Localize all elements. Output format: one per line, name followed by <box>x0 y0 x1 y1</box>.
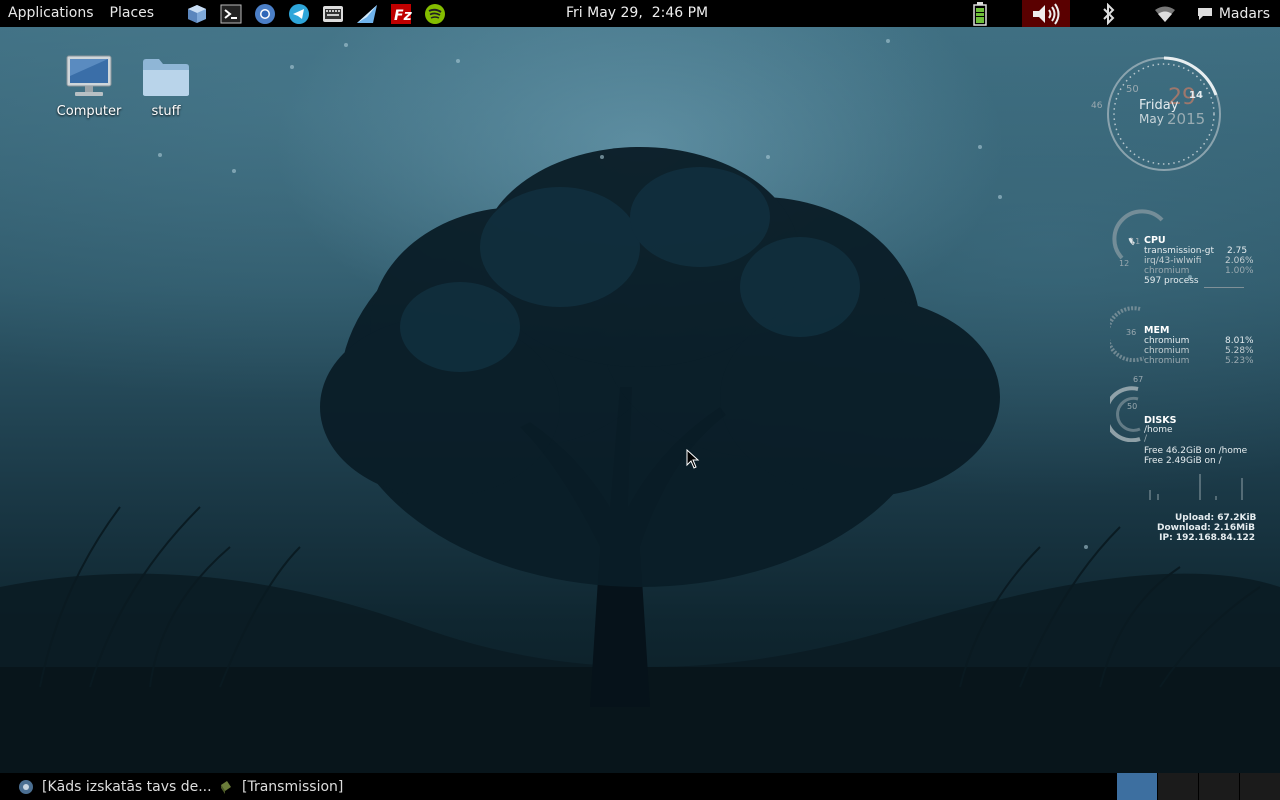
mem-proc-value: 5.28% <box>1225 346 1254 356</box>
clock-minute-mark: 50 <box>1126 84 1139 95</box>
clock-dial-icon <box>1107 56 1221 171</box>
disk-mount: / <box>1144 434 1148 444</box>
mem-proc-name: chromium <box>1144 356 1190 366</box>
bluetooth-icon[interactable] <box>1098 0 1120 27</box>
cpu-graph-line <box>1204 287 1244 288</box>
transmission-icon <box>221 780 231 794</box>
svg-text:Fz: Fz <box>394 8 412 24</box>
clock-second-mark: 46 <box>1091 101 1103 111</box>
taskbar-item-transmission[interactable]: [Transmission] <box>218 773 343 800</box>
workspace-3[interactable] <box>1198 773 1239 800</box>
workspace-4[interactable] <box>1239 773 1280 800</box>
filezilla-icon[interactable]: Fz <box>389 2 413 26</box>
user-menu[interactable]: Madars <box>1197 0 1270 27</box>
disk-free: Free 2.49GiB on / <box>1144 456 1222 466</box>
cpu-process-count: 597 process <box>1144 276 1199 286</box>
cpu-proc-value: 1.00% <box>1225 266 1254 276</box>
cpu-proc-value: 2.75 <box>1227 246 1248 256</box>
cpu-proc-name: chromium <box>1144 266 1190 276</box>
top-panel: Applications Places Fz Fri May 29, 2:46 … <box>0 0 1280 27</box>
desktop-wallpaper <box>0 27 1280 773</box>
battery-icon[interactable] <box>968 0 992 27</box>
cpu-gauge-label: 12 <box>1119 259 1130 268</box>
desktop-icon-label: stuff <box>151 104 181 119</box>
mem-proc-value: 8.01% <box>1225 336 1254 346</box>
mem-proc-name: chromium <box>1144 336 1190 346</box>
taskbar-item-browser[interactable]: [Kāds izskatās tavs de... <box>18 773 212 800</box>
net-upload: Upload: 67.2KiB <box>1175 513 1257 523</box>
telegram-icon[interactable] <box>287 2 311 26</box>
disk-gauge-label: 50 <box>1127 402 1138 411</box>
bottom-panel: [Kāds izskatās tavs de... [Transmission] <box>0 773 1280 800</box>
chromium-icon[interactable] <box>253 2 277 26</box>
computer-icon <box>49 50 129 98</box>
mouse-pointer-icon <box>686 448 700 473</box>
disk-gauge-label: 67 <box>1133 375 1144 384</box>
network-graph <box>1149 474 1243 500</box>
keyboard-app-icon[interactable] <box>321 2 345 26</box>
disk-mount: /home <box>1144 425 1173 435</box>
cpu-gauge-label: 11 <box>1130 237 1141 246</box>
user-name: Madars <box>1218 5 1270 22</box>
conky-system-monitor: 29 Friday May 2015 14 50 46 11 12 CPU tr… <box>1091 50 1280 560</box>
taskbar-item-label: [Kāds izskatās tavs de... <box>42 778 212 795</box>
mem-gauge-label: 36 <box>1126 328 1137 337</box>
cpu-proc-name: irq/43-iwlwifi <box>1144 256 1202 266</box>
net-download: Download: 2.16MiB <box>1157 523 1255 533</box>
workspace-2[interactable] <box>1157 773 1198 800</box>
mem-proc-value: 5.23% <box>1225 356 1254 366</box>
clock-hour-mark: 14 <box>1189 90 1203 101</box>
arrow-app-icon[interactable] <box>355 2 379 26</box>
mem-title: MEM <box>1144 325 1170 336</box>
places-menu[interactable]: Places <box>102 0 163 27</box>
disk-free: Free 46.2GiB on /home <box>1144 446 1248 456</box>
terminal-icon[interactable] <box>219 2 243 26</box>
clock-month: May <box>1139 112 1164 126</box>
virtualbox-cube-icon[interactable] <box>185 2 209 26</box>
net-ip: IP: 192.168.84.122 <box>1159 533 1255 543</box>
applications-menu[interactable]: Applications <box>0 0 102 27</box>
tree-silhouette <box>0 39 1280 773</box>
cpu-proc-name: transmission-gt <box>1144 246 1214 256</box>
desktop-icon-label: Computer <box>56 104 122 119</box>
cpu-title: CPU <box>1144 235 1166 246</box>
wifi-icon[interactable] <box>1152 0 1178 27</box>
folder-icon <box>126 50 206 98</box>
volume-icon[interactable] <box>1022 0 1070 27</box>
clock-year: 2015 <box>1167 110 1206 128</box>
workspace-1[interactable] <box>1116 773 1157 800</box>
desktop-icon-computer[interactable]: Computer <box>49 50 129 119</box>
cpu-proc-value: 2.06% <box>1225 256 1254 266</box>
chat-bubble-icon <box>1197 7 1212 20</box>
desktop-icon-stuff[interactable]: stuff <box>126 50 206 119</box>
chromium-icon <box>19 779 33 794</box>
panel-clock[interactable]: Fri May 29, 2:46 PM <box>566 0 708 27</box>
taskbar-item-label: [Transmission] <box>242 778 344 795</box>
spotify-icon[interactable] <box>423 2 447 26</box>
mem-proc-name: chromium <box>1144 346 1190 356</box>
